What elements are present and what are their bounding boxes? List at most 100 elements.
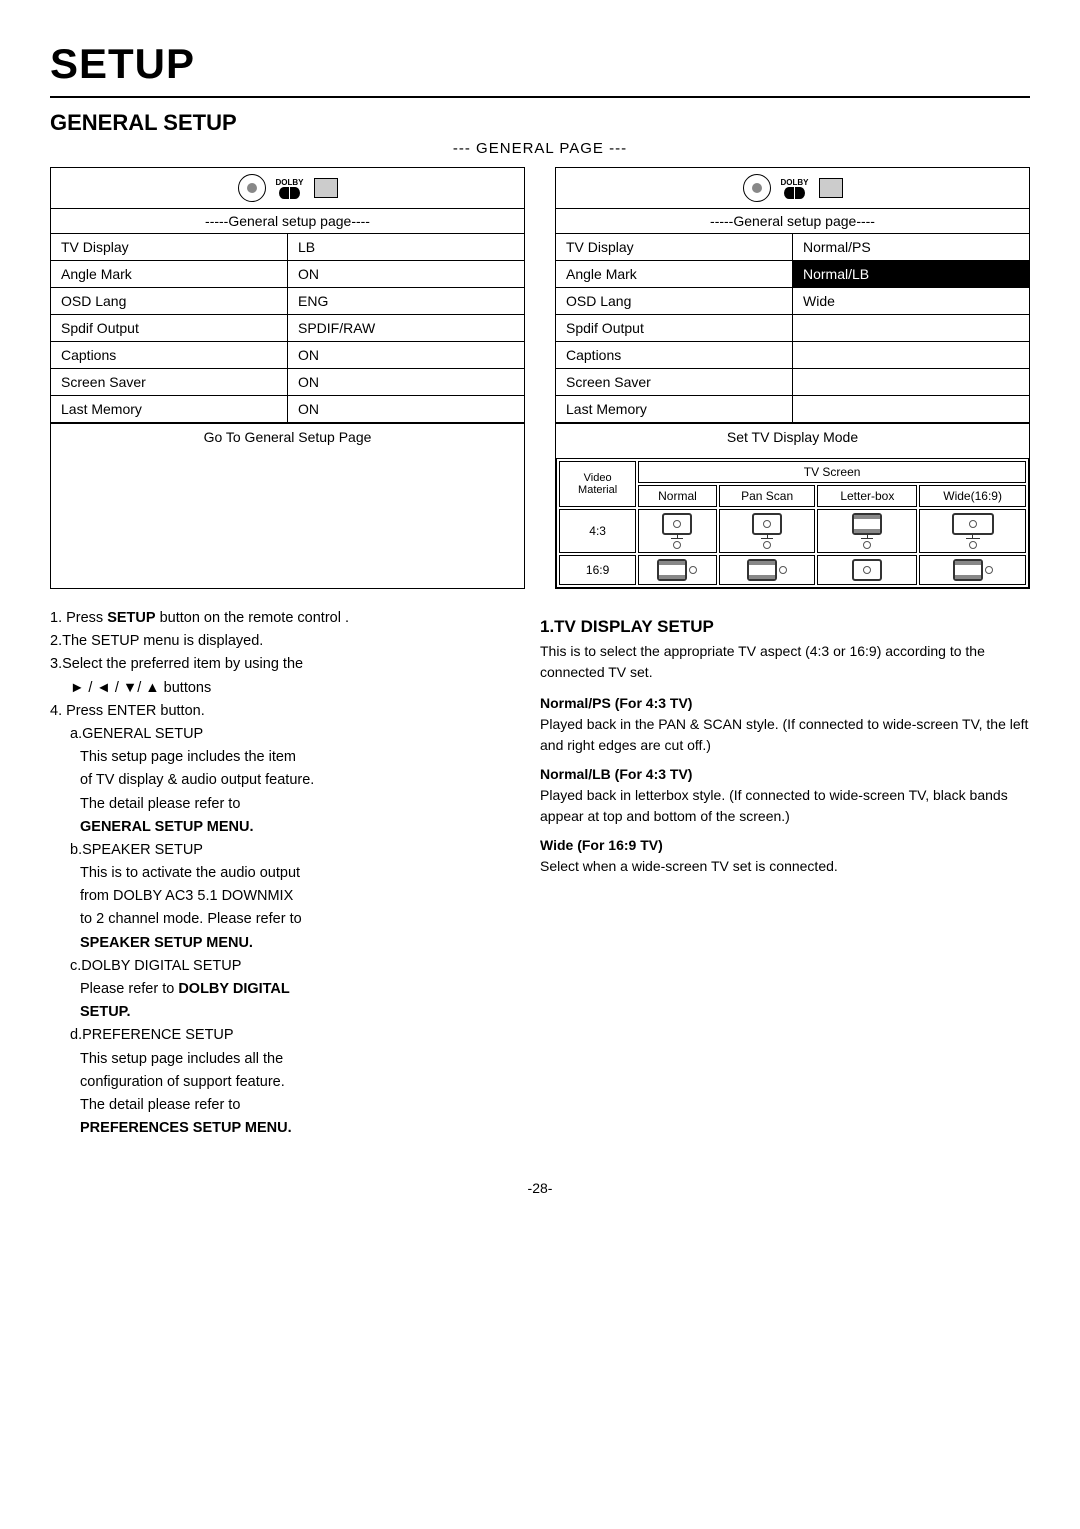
- label-last-memory: Last Memory: [51, 396, 287, 422]
- value-tv-display: LB: [287, 234, 524, 260]
- wide-section: Wide (For 16:9 TV) Select when a wide-sc…: [540, 835, 1030, 877]
- table-row: TV Display Normal/PS: [556, 234, 1029, 261]
- instruction-c-text1: Please refer to DOLBY DIGITAL: [80, 978, 510, 1001]
- right-box-header: DOLBY: [556, 168, 1029, 209]
- col-letterbox: Letter-box: [817, 485, 917, 507]
- page-label: --- GENERAL PAGE ---: [50, 140, 1030, 157]
- table-row: OSD Lang Wide: [556, 288, 1029, 315]
- page-title: SETUP: [50, 40, 1030, 88]
- row-label-43: 4:3: [559, 509, 636, 553]
- instruction-3: 3.Select the preferred item by using the: [50, 653, 510, 676]
- normal-lb-head: Normal/LB (For 4:3 TV): [540, 764, 1030, 785]
- instruction-buttons: ► / ◄ / ▼/ ▲ buttons: [70, 677, 510, 700]
- label-osd-lang: OSD Lang: [51, 288, 287, 314]
- instruction-2: 2.The SETUP menu is displayed.: [50, 630, 510, 653]
- table-row: Last Memory ON: [51, 396, 524, 423]
- value-angle-mark: ON: [287, 261, 524, 287]
- value-screen-saver: ON: [287, 369, 524, 395]
- table-row: Screen Saver: [556, 369, 1029, 396]
- tv-icon-43-panscan: [719, 509, 816, 553]
- value-osd-lang: ENG: [287, 288, 524, 314]
- instruction-a-text1: This setup page includes the item: [80, 746, 510, 769]
- dolby-setup-label: SETUP.: [80, 1004, 131, 1020]
- table-row: Angle Mark ON: [51, 261, 524, 288]
- instruction-b-head: b.SPEAKER SETUP: [70, 839, 510, 862]
- tv-icon-43-letterbox: [817, 509, 917, 553]
- value-last-memory-r: [792, 396, 1029, 422]
- instructions-col: 1. Press SETUP button on the remote cont…: [50, 607, 510, 1150]
- value-captions-r: [792, 342, 1029, 368]
- left-box-subtitle: -----General setup page----: [51, 209, 524, 234]
- instruction-a-text2: of TV display & audio output feature.: [80, 769, 510, 792]
- disc-icon-right: [743, 174, 771, 202]
- left-box-footer: Go To General Setup Page: [51, 423, 524, 450]
- tv-screen-table: VideoMaterial TV Screen Normal Pan Scan …: [556, 458, 1029, 588]
- label-spdif-output-r: Spdif Output: [556, 315, 792, 341]
- tv-icon-169-wide: [919, 555, 1026, 585]
- title-divider: [50, 96, 1030, 98]
- tv-icon-169-letterbox: [817, 555, 917, 585]
- label-spdif-output: Spdif Output: [51, 315, 287, 341]
- label-screen-saver: Screen Saver: [51, 369, 287, 395]
- value-last-memory: ON: [287, 396, 524, 422]
- dolby-text-right: DOLBY: [781, 178, 809, 187]
- table-row: OSD Lang ENG: [51, 288, 524, 315]
- table-row: Captions: [556, 342, 1029, 369]
- label-tv-display-r: TV Display: [556, 234, 792, 260]
- setup-boxes-row: DOLBY -----General setup page---- TV Dis…: [50, 167, 1030, 589]
- tv-display-intro: This is to select the appropriate TV asp…: [540, 641, 1030, 683]
- left-setup-box: DOLBY -----General setup page---- TV Dis…: [50, 167, 525, 589]
- instruction-c-text2: SETUP.: [80, 1001, 510, 1024]
- value-spdif-output: SPDIF/RAW: [287, 315, 524, 341]
- col-wide: Wide(16:9): [919, 485, 1026, 507]
- normal-lb-text: Played back in letterbox style. (If conn…: [540, 785, 1030, 827]
- disc-icon-left: [238, 174, 266, 202]
- general-setup-menu-label: GENERAL SETUP MENU.: [80, 819, 254, 835]
- value-spdif-output-r: [792, 315, 1029, 341]
- film-icon-left: [314, 178, 338, 198]
- main-content: 1. Press SETUP button on the remote cont…: [50, 607, 1030, 1150]
- tv-icon-169-normal: [638, 555, 717, 585]
- instruction-c-head: c.DOLBY DIGITAL SETUP: [70, 955, 510, 978]
- dolby-text-left: DOLBY: [276, 178, 304, 187]
- value-angle-mark-r: Normal/LB: [792, 261, 1029, 287]
- dolby-icon-right: [784, 187, 805, 199]
- table-row: Angle Mark Normal/LB: [556, 261, 1029, 288]
- value-tv-display-r: Normal/PS: [792, 234, 1029, 260]
- tv-icon-169-panscan: [719, 555, 816, 585]
- value-captions: ON: [287, 342, 524, 368]
- row-label-169: 16:9: [559, 555, 636, 585]
- left-box-header: DOLBY: [51, 168, 524, 209]
- label-captions: Captions: [51, 342, 287, 368]
- label-last-memory-r: Last Memory: [556, 396, 792, 422]
- value-screen-saver-r: [792, 369, 1029, 395]
- instruction-d-text1: This setup page includes all the: [80, 1048, 510, 1071]
- label-angle-mark: Angle Mark: [51, 261, 287, 287]
- tv-icon-43-normal: [638, 509, 717, 553]
- instruction-a-head: a.GENERAL SETUP: [70, 723, 510, 746]
- preferences-setup-menu-label: PREFERENCES SETUP MENU.: [80, 1120, 292, 1136]
- speaker-setup-menu-label: SPEAKER SETUP MENU.: [80, 935, 253, 951]
- instructions-text: 1. Press SETUP button on the remote cont…: [50, 607, 510, 1140]
- instruction-b-menu: SPEAKER SETUP MENU.: [80, 932, 510, 955]
- table-header-tv-screen: TV Screen: [638, 461, 1026, 483]
- instruction-b-text2: from DOLBY AC3 5.1 DOWNMIX: [80, 885, 510, 908]
- instruction-a-menu: GENERAL SETUP MENU.: [80, 816, 510, 839]
- wide-head: Wide (For 16:9 TV): [540, 835, 1030, 856]
- film-icon-right: [819, 178, 843, 198]
- right-box-footer: Set TV Display Mode: [556, 423, 1029, 450]
- instruction-4: 4. Press ENTER button.: [50, 700, 510, 723]
- tv-icon-43-wide: [919, 509, 1026, 553]
- label-screen-saver-r: Screen Saver: [556, 369, 792, 395]
- normal-ps-section: Normal/PS (For 4:3 TV) Played back in th…: [540, 693, 1030, 756]
- page-number: -28-: [50, 1180, 1030, 1196]
- col-normal: Normal: [638, 485, 717, 507]
- section-title: GENERAL SETUP: [50, 110, 1030, 136]
- instruction-1: 1. Press SETUP button on the remote cont…: [50, 607, 510, 630]
- instruction-a-text3: The detail please refer to: [80, 793, 510, 816]
- dolby-icon-left: [279, 187, 300, 199]
- table-row: Captions ON: [51, 342, 524, 369]
- normal-lb-section: Normal/LB (For 4:3 TV) Played back in le…: [540, 764, 1030, 827]
- table-row: TV Display LB: [51, 234, 524, 261]
- tv-display-col: 1.TV DISPLAY SETUP This is to select the…: [540, 607, 1030, 1150]
